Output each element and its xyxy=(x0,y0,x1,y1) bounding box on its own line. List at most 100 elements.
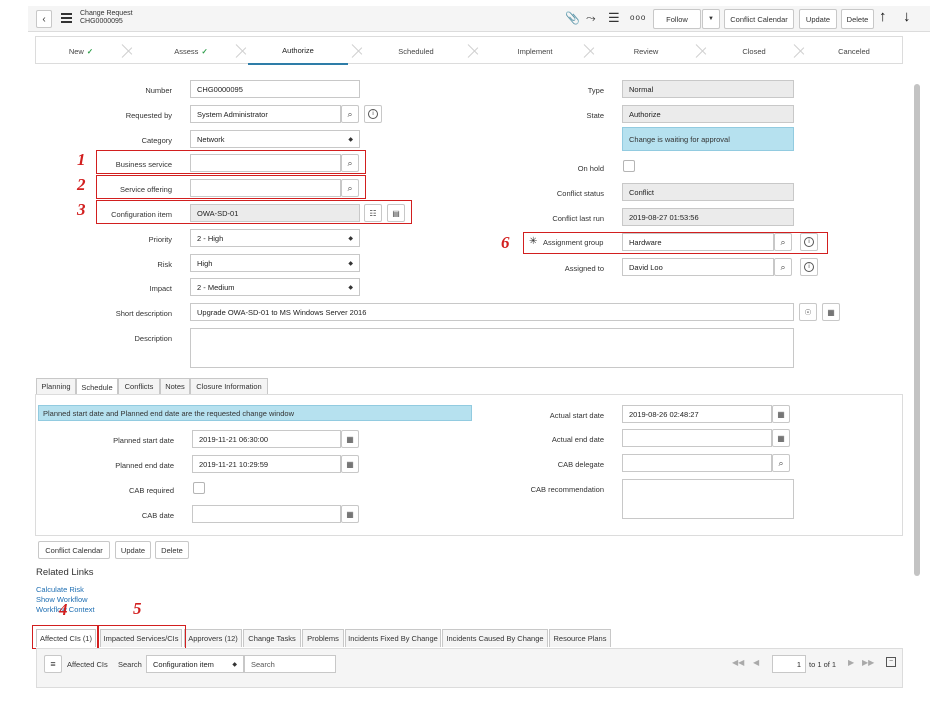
planned-end-label: Planned end date xyxy=(115,461,174,470)
more-options-icon[interactable]: ooo xyxy=(630,13,646,22)
state-field[interactable]: Authorize xyxy=(622,105,794,123)
previous-page-icon[interactable]: ◀ xyxy=(753,658,759,667)
update-button[interactable]: Update xyxy=(799,9,837,29)
planned-end-calendar-icon[interactable]: ▦ xyxy=(341,455,359,473)
follow-dropdown-button[interactable]: ▼ xyxy=(702,9,720,29)
cab-required-checkbox[interactable] xyxy=(193,482,205,494)
marker-5: 5 xyxy=(133,599,142,618)
stage-review: Review xyxy=(633,46,659,56)
tab-resource-plans[interactable]: Resource Plans xyxy=(549,629,611,647)
planned-start-field[interactable]: 2019-11-21 06:30:00 xyxy=(192,430,341,448)
cab-recommendation-field[interactable] xyxy=(622,479,794,519)
stage-implement: Implement xyxy=(517,46,553,56)
requested-by-field[interactable]: System Administrator xyxy=(190,105,341,123)
last-page-icon[interactable]: ▶▶ xyxy=(862,658,874,667)
tab-change-tasks[interactable]: Change Tasks xyxy=(243,629,301,647)
check-icon: ✓ xyxy=(201,46,208,56)
assigned-to-search-icon[interactable]: ⌕ xyxy=(774,258,792,276)
tab-planning[interactable]: Planning xyxy=(36,378,76,394)
tab-schedule[interactable]: Schedule xyxy=(76,378,118,395)
cab-delegate-field[interactable] xyxy=(622,454,772,472)
list-menu-button[interactable]: ≡ xyxy=(44,655,62,673)
conflict-calendar-button[interactable]: Conflict Calendar xyxy=(724,9,794,29)
tab-closure-information[interactable]: Closure Information xyxy=(190,378,268,394)
activity-icon[interactable]: ⤳ xyxy=(586,11,596,26)
actual-end-calendar-icon[interactable]: ▦ xyxy=(772,429,790,447)
requested-by-info-icon[interactable]: i xyxy=(364,105,382,123)
actual-start-field[interactable]: 2019-08-26 02:48:27 xyxy=(622,405,772,423)
assigned-to-info-icon[interactable]: i xyxy=(800,258,818,276)
cab-date-calendar-icon[interactable]: ▦ xyxy=(341,505,359,523)
planned-end-field[interactable]: 2019-11-21 10:29:59 xyxy=(192,455,341,473)
actual-start-calendar-icon[interactable]: ▦ xyxy=(772,405,790,423)
tab-incidents-caused[interactable]: Incidents Caused By Change xyxy=(442,629,548,647)
assigned-to-label: Assigned to xyxy=(564,264,604,273)
highlight-box-4 xyxy=(32,625,98,649)
cab-date-label: CAB date xyxy=(141,511,174,520)
tab-incidents-fixed[interactable]: Incidents Fixed By Change xyxy=(345,629,441,647)
hamburger-icon[interactable] xyxy=(61,13,72,23)
priority-select[interactable]: 2 - High xyxy=(190,229,360,247)
list-search-input[interactable]: Search xyxy=(244,655,336,673)
template-icon[interactable]: ▦ xyxy=(822,303,840,321)
state-label: State xyxy=(586,111,604,120)
highlight-box-3 xyxy=(96,200,412,224)
scrollbar-thumb[interactable] xyxy=(914,84,920,576)
header-bar xyxy=(28,6,930,32)
risk-select[interactable]: High xyxy=(190,254,360,272)
previous-record-icon[interactable]: ↑ xyxy=(879,8,887,25)
conflict-last-run-field[interactable]: 2019-08-27 01:53:56 xyxy=(622,208,794,226)
on-hold-checkbox[interactable] xyxy=(623,160,635,172)
assignment-group-field[interactable]: Hardware xyxy=(622,233,774,251)
delete-button[interactable]: Delete xyxy=(841,9,874,29)
marker-2: 2 xyxy=(77,175,86,194)
planned-start-calendar-icon[interactable]: ▦ xyxy=(341,430,359,448)
category-select[interactable]: Network xyxy=(190,130,360,148)
requested-by-search-icon[interactable]: ⌕ xyxy=(341,105,359,123)
required-mark-icon: ✳ xyxy=(529,236,538,247)
short-description-field[interactable]: Upgrade OWA-SD-01 to MS Windows Server 2… xyxy=(190,303,794,321)
follow-button[interactable]: Follow xyxy=(653,9,701,29)
next-page-icon[interactable]: ▶ xyxy=(848,658,854,667)
tab-notes[interactable]: Notes xyxy=(160,378,190,394)
description-field[interactable] xyxy=(190,328,794,368)
attachment-icon[interactable]: 📎 xyxy=(565,11,580,25)
stage-canceled: Canceled xyxy=(838,46,870,56)
record-number: CHG0000095 xyxy=(80,18,123,25)
marker-1: 1 xyxy=(77,150,86,169)
bottom-delete-button[interactable]: Delete xyxy=(155,541,189,559)
tab-approvers[interactable]: Approvers (12) xyxy=(184,629,242,647)
back-button[interactable]: ‹ xyxy=(36,10,52,28)
next-record-icon[interactable]: ↓ xyxy=(903,8,911,25)
tab-problems[interactable]: Problems xyxy=(302,629,344,647)
impact-select[interactable]: 2 - Medium xyxy=(190,278,360,296)
type-field[interactable]: Normal xyxy=(622,80,794,98)
planned-start-label: Planned start date xyxy=(113,436,174,445)
collapse-list-icon[interactable]: − xyxy=(886,657,896,667)
first-page-icon[interactable]: ◀◀ xyxy=(732,658,744,667)
assignment-group-info-icon[interactable]: i xyxy=(800,233,818,251)
related-links-title: Related Links xyxy=(36,567,94,578)
actual-end-field[interactable] xyxy=(622,429,772,447)
number-field[interactable]: CHG0000095 xyxy=(190,80,360,98)
suggestion-icon[interactable]: ☉ xyxy=(799,303,817,321)
list-search-field-select[interactable]: Configuration item xyxy=(146,655,244,673)
assigned-to-field[interactable]: David Loo xyxy=(622,258,774,276)
stage-chevron xyxy=(468,37,480,65)
cab-date-field[interactable] xyxy=(192,505,341,523)
calculate-risk-link[interactable]: Calculate Risk xyxy=(36,585,84,594)
marker-3: 3 xyxy=(77,200,86,219)
assignment-group-search-icon[interactable]: ⌕ xyxy=(774,233,792,251)
settings-sliders-icon[interactable]: ☰ xyxy=(608,10,620,26)
tab-conflicts[interactable]: Conflicts xyxy=(118,378,160,394)
stage-chevron xyxy=(122,37,134,65)
state-note: Change is waiting for approval xyxy=(622,127,794,151)
highlight-box-5 xyxy=(98,625,186,649)
requested-by-label: Requested by xyxy=(125,111,172,120)
page-number-input[interactable]: 1 xyxy=(772,655,806,673)
bottom-update-button[interactable]: Update xyxy=(115,541,151,559)
cab-delegate-search-icon[interactable]: ⌕ xyxy=(772,454,790,472)
conflict-status-field[interactable]: Conflict xyxy=(622,183,794,201)
stage-assess: Assess ✓ xyxy=(174,46,208,56)
bottom-conflict-calendar-button[interactable]: Conflict Calendar xyxy=(38,541,110,559)
